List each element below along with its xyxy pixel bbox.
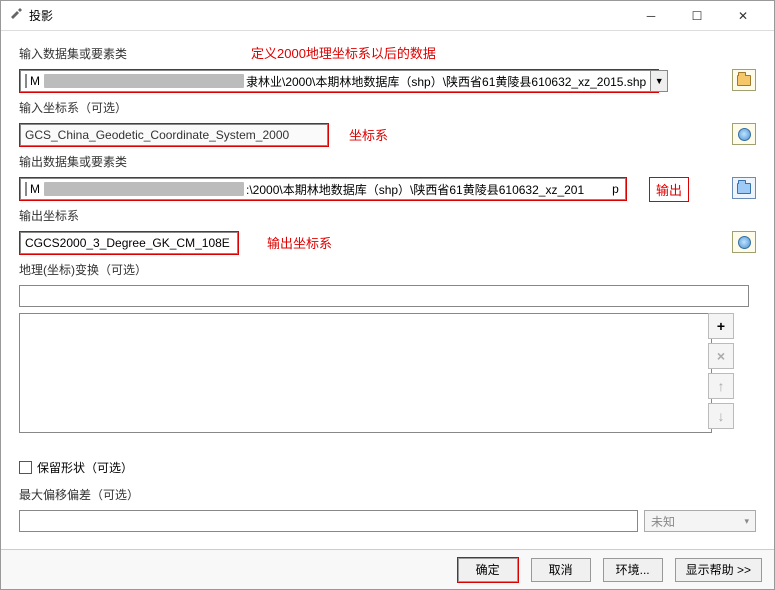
max-offset-field[interactable] xyxy=(19,510,638,532)
annotation-output: 输出 xyxy=(649,177,689,202)
output-cs-properties-button[interactable] xyxy=(732,231,756,253)
folder-save-icon xyxy=(737,183,751,194)
browse-output-button[interactable] xyxy=(732,177,756,199)
output-cs-field[interactable] xyxy=(20,232,238,254)
max-offset-unit-select[interactable]: 未知 ▾ xyxy=(644,510,756,532)
dialog-footer: 确定 取消 环境... 显示帮助 >> xyxy=(1,549,774,589)
label-input-dataset: 输入数据集或要素类 xyxy=(19,45,127,62)
label-output-cs: 输出坐标系 xyxy=(19,207,79,224)
cs-properties-button[interactable] xyxy=(732,123,756,145)
cancel-button[interactable]: 取消 xyxy=(531,558,591,582)
redacted-segment: M xyxy=(25,182,244,196)
environments-button[interactable]: 环境... xyxy=(603,558,663,582)
label-geo-transform: 地理(坐标)变换（可选） xyxy=(19,261,147,278)
output-dataset-path-mid: :\2000\本期林地数据库（shp）\陕西省61黄陵县610632_xz_20… xyxy=(246,181,584,198)
input-cs-field xyxy=(20,124,328,146)
redacted-segment: M xyxy=(25,74,244,88)
highlight-input-cs xyxy=(19,123,329,147)
globe-icon xyxy=(738,236,751,249)
move-down-button[interactable]: ↓ xyxy=(708,403,734,429)
titlebar: 投影 ─ ☐ ✕ xyxy=(1,1,774,31)
geo-transform-list[interactable] xyxy=(19,313,712,433)
input-dataset-path-tail: 隶林业\2000\本期林地数据库（shp）\陕西省61黄陵县610632_xz_… xyxy=(246,73,646,90)
projection-dialog: 投影 ─ ☐ ✕ 输入数据集或要素类 定义2000地理坐标系以后的数据 M xyxy=(0,0,775,590)
annotation-output-cs: 输出坐标系 xyxy=(267,233,332,252)
maximize-button[interactable]: ☐ xyxy=(674,1,720,31)
input-dataset-combo[interactable]: M 隶林业\2000\本期林地数据库（shp）\陕西省61黄陵县610632_x… xyxy=(20,70,668,92)
annotation-define: 定义2000地理坐标系以后的数据 xyxy=(251,43,436,62)
output-dataset-path-end: p xyxy=(612,182,619,196)
max-offset-unit-value: 未知 xyxy=(651,513,675,530)
highlight-ok: 确定 xyxy=(457,557,519,583)
dropdown-icon[interactable]: ▼ xyxy=(650,70,668,92)
browse-input-button[interactable] xyxy=(732,69,756,91)
dialog-body: 输入数据集或要素类 定义2000地理坐标系以后的数据 M 隶林业\2000\本期… xyxy=(1,31,774,532)
output-dataset-field[interactable]: M :\2000\本期林地数据库（shp）\陕西省61黄陵县610632_xz_… xyxy=(20,178,626,200)
folder-open-icon xyxy=(737,75,751,86)
highlight-output-dataset: M :\2000\本期林地数据库（shp）\陕西省61黄陵县610632_xz_… xyxy=(19,177,627,201)
close-button[interactable]: ✕ xyxy=(720,1,766,31)
remove-button[interactable]: × xyxy=(708,343,734,369)
highlight-input-dataset: M 隶林业\2000\本期林地数据库（shp）\陕西省61黄陵县610632_x… xyxy=(19,69,659,93)
keep-shape-checkbox[interactable] xyxy=(19,461,32,474)
highlight-output-cs xyxy=(19,231,239,255)
minimize-button[interactable]: ─ xyxy=(628,1,674,31)
window-title: 投影 xyxy=(29,7,628,24)
globe-icon xyxy=(738,128,751,141)
chevron-down-icon: ▾ xyxy=(744,516,749,527)
add-button[interactable]: + xyxy=(708,313,734,339)
annotation-cs: 坐标系 xyxy=(349,125,388,144)
show-help-button[interactable]: 显示帮助 >> xyxy=(675,558,762,582)
tool-icon xyxy=(9,7,23,24)
move-up-button[interactable]: ↑ xyxy=(708,373,734,399)
label-output-dataset: 输出数据集或要素类 xyxy=(19,153,127,170)
geo-transform-field[interactable] xyxy=(19,285,749,307)
label-keep-shape: 保留形状（可选） xyxy=(37,459,133,476)
ok-button[interactable]: 确定 xyxy=(458,558,518,582)
label-input-cs: 输入坐标系（可选） xyxy=(19,99,127,116)
label-max-offset: 最大偏移偏差（可选） xyxy=(19,486,139,503)
